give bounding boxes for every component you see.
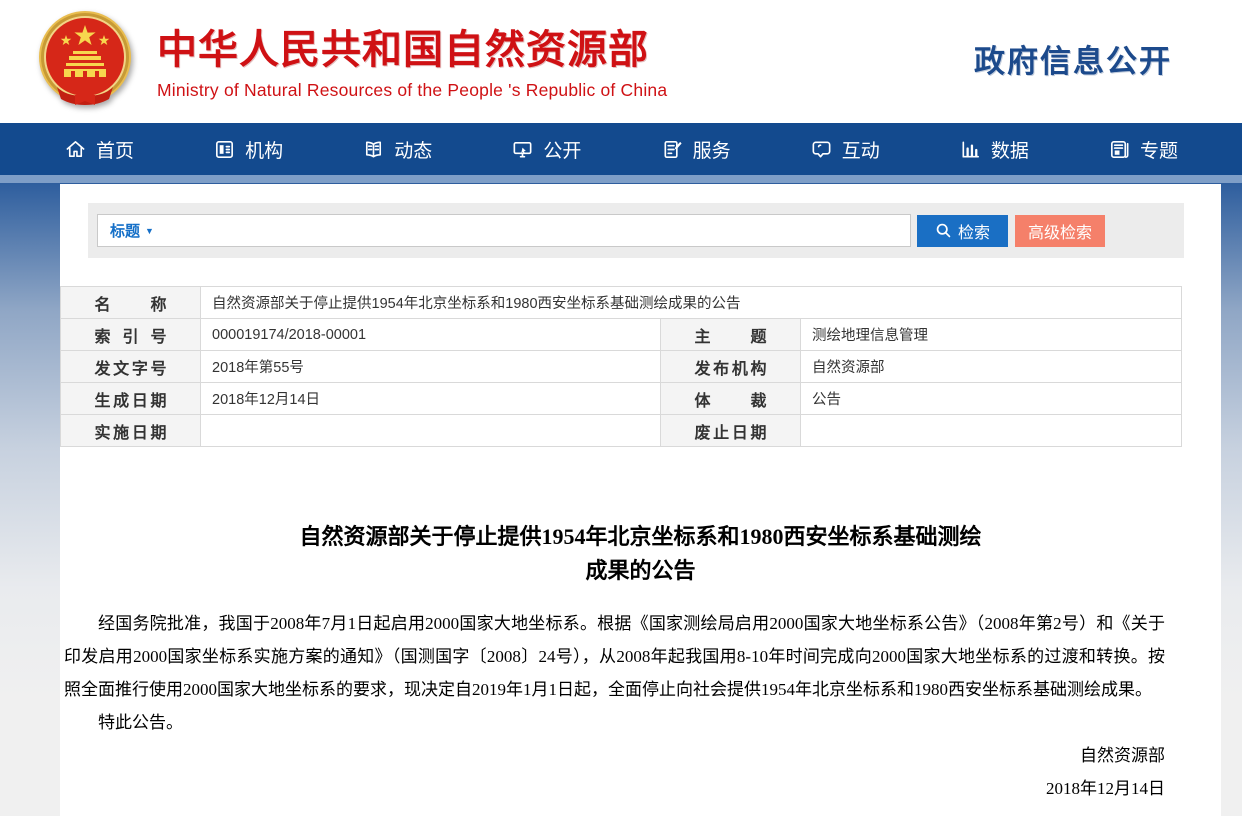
- announcement-paragraph: 经国务院批准，我国于2008年7月1日起启用2000国家大地坐标系。根据《国家测…: [64, 607, 1165, 706]
- table-row: 生成日期 2018年12月14日 体 裁 公告: [61, 383, 1182, 415]
- table-row: 索 引 号 000019174/2018-00001 主 题 测绘地理信息管理: [61, 319, 1182, 351]
- site-titles: 中华人民共和国自然资源部 Ministry of Natural Resourc…: [157, 8, 667, 101]
- page-section-title: 政府信息公开: [974, 36, 1172, 81]
- meta-label-index: 索 引 号: [61, 319, 201, 351]
- table-row: 发文字号 2018年第55号 发布机构 自然资源部: [61, 351, 1182, 383]
- site-header: 中华人民共和国自然资源部 Ministry of Natural Resourc…: [0, 0, 1242, 123]
- search-field-label: 标题: [110, 220, 140, 241]
- nav-item-interaction[interactable]: 互动: [810, 136, 880, 163]
- meta-value-repeal-date: [801, 415, 1182, 447]
- meta-label-subject: 主 题: [661, 319, 801, 351]
- meta-label-name: 名 称: [61, 287, 201, 319]
- meta-value-publisher: 自然资源部: [801, 351, 1182, 383]
- announcement-closing: 特此公告。: [64, 706, 1165, 739]
- nav-label: 专题: [1140, 136, 1178, 163]
- magnifier-icon: [935, 222, 952, 239]
- table-row: 名 称 自然资源部关于停止提供1954年北京坐标系和1980西安坐标系基础测绘成…: [61, 287, 1182, 319]
- advanced-search-label: 高级检索: [1028, 219, 1092, 243]
- announcement-title-line1: 自然资源部关于停止提供1954年北京坐标系和1980西安坐标系基础测绘: [60, 520, 1221, 554]
- search-field-dropdown[interactable]: 标题 ▼: [110, 220, 154, 241]
- announcement-date: 2018年12月14日: [64, 772, 1165, 805]
- china-national-emblem-icon: [35, 8, 135, 110]
- meta-label-effective-date: 实施日期: [61, 415, 201, 447]
- nav-label: 互动: [842, 136, 880, 163]
- nav-label: 数据: [991, 136, 1029, 163]
- nav-item-org[interactable]: 机构: [213, 136, 283, 163]
- nav-item-data[interactable]: 数据: [959, 136, 1029, 163]
- meta-label-docnumber: 发文字号: [61, 351, 201, 383]
- meta-value-subject: 测绘地理信息管理: [801, 319, 1182, 351]
- nav-label: 首页: [96, 136, 134, 163]
- content-panel: 标题 ▼ 检索 高级检索 名 称 自然资源部关于停止提供1954年北京坐标系和1…: [60, 184, 1221, 816]
- nav-label: 机构: [245, 136, 283, 163]
- meta-label-publisher: 发布机构: [661, 351, 801, 383]
- service-icon: [661, 138, 684, 161]
- main-navigation: 首页 机构 动态 公开 服务 互: [0, 123, 1242, 175]
- meta-value-name: 自然资源部关于停止提供1954年北京坐标系和1980西安坐标系基础测绘成果的公告: [201, 287, 1182, 319]
- announcement-title: 自然资源部关于停止提供1954年北京坐标系和1980西安坐标系基础测绘 成果的公…: [60, 520, 1221, 588]
- meta-label-repeal-date: 废止日期: [661, 415, 801, 447]
- announcement-body: 经国务院批准，我国于2008年7月1日起启用2000国家大地坐标系。根据《国家测…: [60, 607, 1221, 805]
- meta-value-docnumber: 2018年第55号: [201, 351, 661, 383]
- meta-value-genre: 公告: [801, 383, 1182, 415]
- disclosure-icon: [511, 138, 534, 161]
- table-row: 实施日期 废止日期: [61, 415, 1182, 447]
- nav-label: 公开: [543, 136, 581, 163]
- org-icon: [213, 138, 236, 161]
- meta-value-index: 000019174/2018-00001: [201, 319, 661, 351]
- nav-item-service[interactable]: 服务: [661, 136, 731, 163]
- news-icon: [362, 138, 385, 161]
- data-icon: [959, 138, 982, 161]
- nav-item-disclosure[interactable]: 公开: [511, 136, 581, 163]
- announcement-signature: 自然资源部: [64, 739, 1165, 772]
- nav-bottom-strip: [0, 175, 1242, 183]
- announcement-title-line2: 成果的公告: [60, 554, 1221, 588]
- site-logo-link[interactable]: 中华人民共和国自然资源部 Ministry of Natural Resourc…: [35, 8, 667, 110]
- search-button[interactable]: 检索: [917, 215, 1008, 247]
- nav-item-topics[interactable]: 专题: [1108, 136, 1178, 163]
- meta-value-created-date: 2018年12月14日: [201, 383, 661, 415]
- topics-icon: [1108, 138, 1131, 161]
- chevron-down-icon: ▼: [145, 226, 154, 236]
- site-title-chinese: 中华人民共和国自然资源部: [157, 26, 667, 74]
- interaction-icon: [810, 138, 833, 161]
- search-input[interactable]: 标题 ▼: [97, 214, 911, 247]
- nav-label: 动态: [394, 136, 432, 163]
- nav-label: 服务: [693, 136, 731, 163]
- nav-item-home[interactable]: 首页: [64, 136, 134, 163]
- meta-value-effective-date: [201, 415, 661, 447]
- home-icon: [64, 138, 87, 161]
- search-button-label: 检索: [958, 219, 990, 243]
- site-title-english: Ministry of Natural Resources of the Peo…: [157, 80, 667, 101]
- nav-item-news[interactable]: 动态: [362, 136, 432, 163]
- advanced-search-button[interactable]: 高级检索: [1015, 215, 1105, 247]
- search-bar: 标题 ▼ 检索 高级检索: [88, 203, 1184, 258]
- meta-label-genre: 体 裁: [661, 383, 801, 415]
- document-meta-table: 名 称 自然资源部关于停止提供1954年北京坐标系和1980西安坐标系基础测绘成…: [60, 286, 1182, 447]
- meta-label-created-date: 生成日期: [61, 383, 201, 415]
